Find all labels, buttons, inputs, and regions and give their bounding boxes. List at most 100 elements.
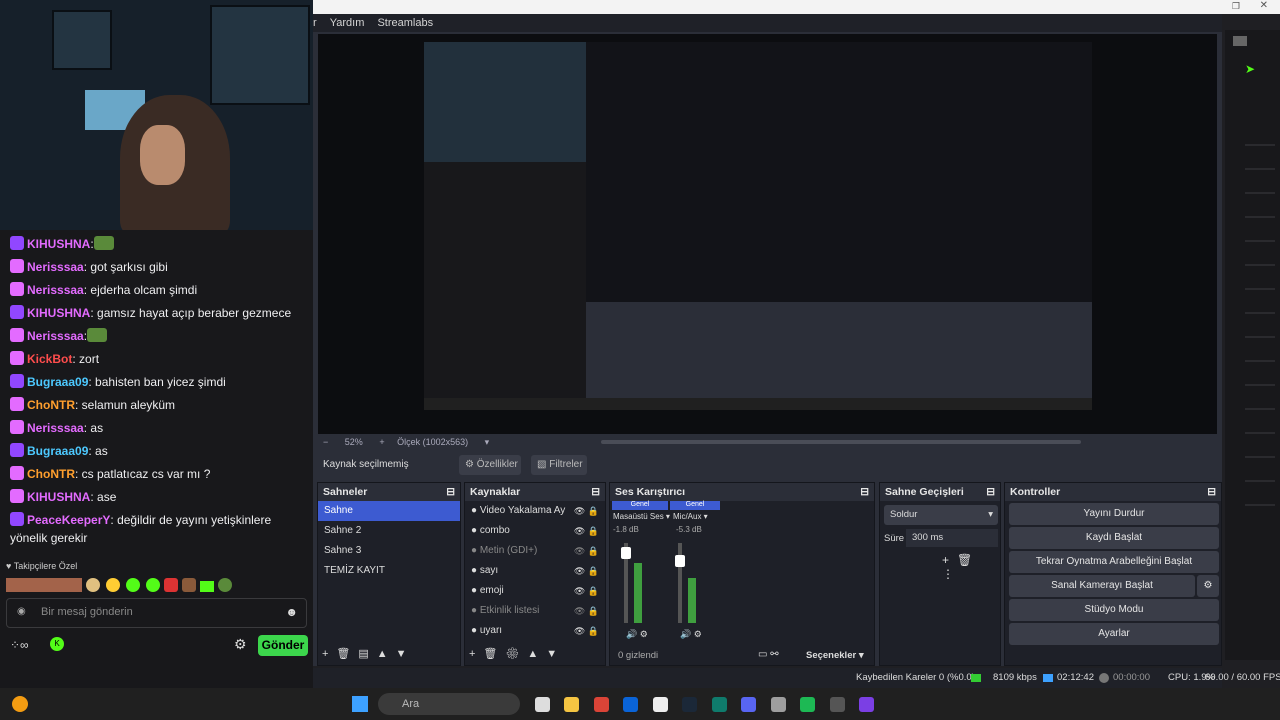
chat-username[interactable]: Nerisssaa <box>27 283 84 297</box>
emoji-icon[interactable]: ☻ <box>285 605 298 619</box>
settings-button[interactable]: Ayarlar <box>1009 623 1219 645</box>
source-item[interactable]: ● emoji 👁 🔒 <box>465 581 605 601</box>
kick-icon[interactable]: K <box>50 637 64 651</box>
horizontal-scrollbar[interactable] <box>601 440 1081 444</box>
chat-username[interactable]: ChoNTR <box>27 467 75 481</box>
preview-canvas[interactable] <box>313 34 1222 438</box>
hidden-count: 0 gizlendi <box>618 650 659 661</box>
source-item[interactable]: ● Etkinlik listesi 👁 🔒 <box>465 601 605 621</box>
chat-username[interactable]: Nerisssaa <box>27 421 84 435</box>
source-controls[interactable]: +🗑⚙▲▼ <box>469 647 565 660</box>
taskbar-apps[interactable] <box>530 696 879 714</box>
visibility-lock-icon[interactable]: 👁 🔒 <box>574 581 599 601</box>
scene-item[interactable]: Sahne <box>318 501 460 521</box>
gear-icon[interactable]: ⚙ <box>234 636 247 653</box>
app-icon[interactable] <box>829 697 845 713</box>
scene-item[interactable]: Sahne 2 <box>318 521 460 541</box>
scene-item[interactable]: TEMİZ KAYIT <box>318 561 460 581</box>
weather-icon[interactable] <box>12 696 28 712</box>
volume-knob-1[interactable] <box>621 547 631 559</box>
mute-icon[interactable]: 🔊 ⚙ <box>626 629 648 640</box>
menu-item-partial[interactable]: r <box>313 17 317 29</box>
user-badge-icon <box>10 396 24 411</box>
visibility-lock-icon[interactable]: 👁 🔒 <box>574 541 599 561</box>
scene-controls[interactable]: +🗑▤▲▼ <box>322 647 415 660</box>
visibility-lock-icon[interactable]: 👁 🔒 <box>574 621 599 641</box>
start-recording-button[interactable]: Kaydı Başlat <box>1009 527 1219 549</box>
properties-button[interactable]: ⚙ Özellikler <box>459 455 521 475</box>
app-icon[interactable] <box>858 697 874 713</box>
visibility-lock-icon[interactable]: 👁 🔒 <box>574 601 599 621</box>
source-item[interactable]: ● sayı 👁 🔒 <box>465 561 605 581</box>
visibility-lock-icon[interactable]: 👁 🔒 <box>574 521 599 541</box>
mixer-tools[interactable]: ▭ ⚯ <box>758 649 779 660</box>
source-item[interactable]: ● Video Yakalama Ay 👁 🔒 <box>465 501 605 521</box>
mute-icon[interactable]: 🔊 ⚙ <box>680 629 702 640</box>
panel-menu-icon[interactable]: ⊟ <box>860 483 869 501</box>
explorer-icon[interactable] <box>564 697 580 713</box>
menu-item-streamlabs[interactable]: Streamlabs <box>377 17 433 29</box>
chat-username[interactable]: KickBot <box>27 352 72 366</box>
zoom-in-icon[interactable]: + <box>379 437 384 447</box>
taskbar-search[interactable]: Ara <box>378 693 520 715</box>
steam-icon[interactable] <box>682 697 698 713</box>
send-button[interactable]: Gönder <box>258 635 308 656</box>
source-item[interactable]: ● uyarı 👁 🔒 <box>465 621 605 641</box>
visibility-lock-icon[interactable]: 👁 🔒 <box>574 501 599 521</box>
app-icon[interactable] <box>770 697 786 713</box>
scenes-panel: Sahneler ⊟ Sahne Sahne 2 Sahne 3 TEMİZ KA… <box>317 482 461 666</box>
chat-username[interactable]: Nerisssaa <box>27 329 84 343</box>
zoom-out-icon[interactable]: − <box>323 437 328 447</box>
options-button[interactable]: Seçenekler ▾ <box>806 650 864 661</box>
chat-username[interactable]: ChoNTR <box>27 398 75 412</box>
scene-item[interactable]: Sahne 3 <box>318 541 460 561</box>
visibility-lock-icon[interactable]: 👁 🔒 <box>574 561 599 581</box>
chat-username[interactable]: KIHUSHNA <box>27 490 90 504</box>
studio-mode-button[interactable]: Stüdyo Modu <box>1009 599 1219 621</box>
maximize-icon[interactable]: ❐ <box>1232 1 1240 12</box>
chevron-down-icon[interactable]: ▾ <box>485 437 490 447</box>
panel-menu-icon[interactable]: ⊟ <box>591 483 600 501</box>
emote-bar[interactable] <box>6 578 306 594</box>
chat-username[interactable]: PeaceKeeperY <box>27 513 110 527</box>
chat-username[interactable]: Nerisssaa <box>27 260 84 274</box>
virtual-camera-settings-icon[interactable]: ⚙ <box>1197 575 1219 597</box>
panel-menu-icon[interactable]: ⊟ <box>1207 483 1216 501</box>
points-icon[interactable]: ⁘∞ <box>10 638 29 652</box>
transition-controls[interactable]: +🗑⋮ <box>942 553 1000 581</box>
duration-input[interactable]: 300 ms <box>906 529 998 547</box>
source-item[interactable]: ● Metin (GDI+) 👁 🔒 <box>465 541 605 561</box>
channel-1-name[interactable]: Masaüstü Ses ▾ <box>613 512 670 521</box>
source-label: Video Yakalama Ay <box>479 505 566 516</box>
transition-select[interactable]: Soldur ▾ <box>884 505 998 525</box>
chat-username[interactable]: Bugraaa09 <box>27 444 88 458</box>
menu-item-help[interactable]: Yardım <box>330 17 365 29</box>
mail-icon[interactable] <box>623 697 639 713</box>
spotify-icon[interactable] <box>800 697 816 713</box>
volume-knob-2[interactable] <box>675 555 685 567</box>
start-icon[interactable] <box>352 696 368 712</box>
start-replay-buffer-button[interactable]: Tekrar Oynatma Arabelleğini Başlat <box>1009 551 1219 573</box>
stop-stream-button[interactable]: Yayını Durdur <box>1009 503 1219 525</box>
panel-menu-icon[interactable]: ⊟ <box>446 483 455 501</box>
channel-2-name[interactable]: Mic/Aux ▾ <box>673 512 708 521</box>
chat-username[interactable]: Bugraaa09 <box>27 375 88 389</box>
send-icon[interactable]: ➤ <box>1245 62 1255 76</box>
live-icon <box>1043 674 1053 682</box>
discord-icon[interactable] <box>741 697 757 713</box>
source-icon: ● <box>471 545 480 556</box>
chat-username[interactable]: KIHUSHNA <box>27 306 90 320</box>
filters-button[interactable]: ▧ Filtreler <box>531 455 587 475</box>
chat-input[interactable]: ◉ Bir mesaj gönderin ☻ <box>6 598 307 628</box>
start-virtual-camera-button[interactable]: Sanal Kamerayı Başlat <box>1009 575 1195 597</box>
panel-menu-icon[interactable]: ⊟ <box>986 483 995 501</box>
chrome-icon[interactable] <box>593 697 609 713</box>
bot-icon[interactable]: ◉ <box>17 606 26 617</box>
source-item[interactable]: ● combo 👁 🔒 <box>465 521 605 541</box>
scenes-header: Sahneler ⊟ <box>318 483 460 501</box>
chat-username[interactable]: KIHUSHNA <box>27 237 90 251</box>
close-icon[interactable]: ✕ <box>1260 0 1268 11</box>
app-icon[interactable] <box>711 697 727 713</box>
taskview-icon[interactable] <box>535 697 550 713</box>
obs-icon[interactable] <box>652 697 668 713</box>
